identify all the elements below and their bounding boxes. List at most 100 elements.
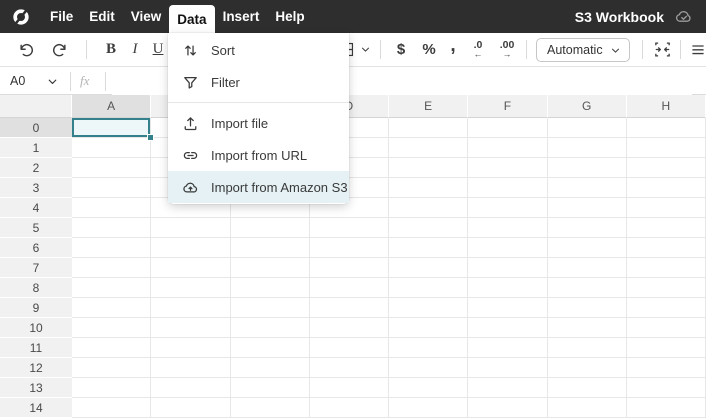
cell-d9[interactable] <box>310 298 389 318</box>
bold-button[interactable]: B <box>99 33 123 66</box>
cell-c5[interactable] <box>231 218 310 238</box>
percent-format-button[interactable]: % <box>418 33 440 66</box>
cell-d7[interactable] <box>310 258 389 278</box>
cell-a2[interactable] <box>72 158 151 178</box>
row-header-1[interactable]: 1 <box>0 138 72 158</box>
menu-item-import-from-url[interactable]: Import from URL <box>168 139 349 171</box>
autofit-icon[interactable] <box>650 33 674 66</box>
cell-g1[interactable] <box>548 138 627 158</box>
menu-view[interactable]: View <box>123 0 170 33</box>
row-header-13[interactable]: 13 <box>0 378 72 398</box>
underline-button[interactable]: U <box>146 33 170 66</box>
cell-f14[interactable] <box>468 398 547 418</box>
cell-c8[interactable] <box>231 278 310 298</box>
cell-c6[interactable] <box>231 238 310 258</box>
cell-e14[interactable] <box>389 398 468 418</box>
cell-b10[interactable] <box>151 318 230 338</box>
cell-c13[interactable] <box>231 378 310 398</box>
cell-f3[interactable] <box>468 178 547 198</box>
column-header-g[interactable]: G <box>548 95 627 118</box>
cell-e13[interactable] <box>389 378 468 398</box>
cell-a8[interactable] <box>72 278 151 298</box>
cell-f6[interactable] <box>468 238 547 258</box>
cell-f10[interactable] <box>468 318 547 338</box>
cell-b11[interactable] <box>151 338 230 358</box>
menu-item-import-from-amazon-s3[interactable]: Import from Amazon S3 <box>168 171 349 203</box>
cell-e1[interactable] <box>389 138 468 158</box>
column-header-f[interactable]: F <box>468 95 547 118</box>
row-header-2[interactable]: 2 <box>0 158 72 178</box>
cell-d13[interactable] <box>310 378 389 398</box>
cell-h13[interactable] <box>627 378 706 398</box>
menu-help[interactable]: Help <box>267 0 312 33</box>
number-format-select[interactable]: Automatic <box>536 38 630 62</box>
menu-item-import-file[interactable]: Import file <box>168 107 349 139</box>
cell-g4[interactable] <box>548 198 627 218</box>
cell-c9[interactable] <box>231 298 310 318</box>
cell-g6[interactable] <box>548 238 627 258</box>
decimal-decrease-button[interactable]: .0 ← <box>466 33 490 66</box>
menu-item-sort[interactable]: Sort <box>168 34 349 66</box>
cell-d14[interactable] <box>310 398 389 418</box>
cell-a9[interactable] <box>72 298 151 318</box>
comma-format-button[interactable]: , <box>444 33 462 66</box>
cell-g14[interactable] <box>548 398 627 418</box>
cell-f8[interactable] <box>468 278 547 298</box>
cell-a6[interactable] <box>72 238 151 258</box>
menu-insert[interactable]: Insert <box>215 0 268 33</box>
cell-b8[interactable] <box>151 278 230 298</box>
cell-h8[interactable] <box>627 278 706 298</box>
cell-g10[interactable] <box>548 318 627 338</box>
row-header-3[interactable]: 3 <box>0 178 72 198</box>
cell-d5[interactable] <box>310 218 389 238</box>
italic-button[interactable]: I <box>123 33 147 66</box>
text-align-icon[interactable] <box>688 33 706 66</box>
cell-b7[interactable] <box>151 258 230 278</box>
row-header-14[interactable]: 14 <box>0 398 72 418</box>
cell-a4[interactable] <box>72 198 151 218</box>
cell-h1[interactable] <box>627 138 706 158</box>
cell-g12[interactable] <box>548 358 627 378</box>
cell-f1[interactable] <box>468 138 547 158</box>
cell-a12[interactable] <box>72 358 151 378</box>
row-header-6[interactable]: 6 <box>0 238 72 258</box>
cell-e9[interactable] <box>389 298 468 318</box>
cell-a1[interactable] <box>72 138 151 158</box>
row-header-8[interactable]: 8 <box>0 278 72 298</box>
cell-c7[interactable] <box>231 258 310 278</box>
cell-f13[interactable] <box>468 378 547 398</box>
row-header-7[interactable]: 7 <box>0 258 72 278</box>
cell-f11[interactable] <box>468 338 547 358</box>
cell-d8[interactable] <box>310 278 389 298</box>
cell-c14[interactable] <box>231 398 310 418</box>
decimal-increase-button[interactable]: .00 → <box>494 33 520 66</box>
cell-g2[interactable] <box>548 158 627 178</box>
cell-d12[interactable] <box>310 358 389 378</box>
cell-g5[interactable] <box>548 218 627 238</box>
row-header-0[interactable]: 0 <box>0 118 72 138</box>
cell-g7[interactable] <box>548 258 627 278</box>
cell-a10[interactable] <box>72 318 151 338</box>
cell-e2[interactable] <box>389 158 468 178</box>
cell-g8[interactable] <box>548 278 627 298</box>
undo-icon[interactable] <box>14 33 38 66</box>
cell-g3[interactable] <box>548 178 627 198</box>
cell-a7[interactable] <box>72 258 151 278</box>
cell-d11[interactable] <box>310 338 389 358</box>
cell-c10[interactable] <box>231 318 310 338</box>
cell-a3[interactable] <box>72 178 151 198</box>
cell-a5[interactable] <box>72 218 151 238</box>
row-header-12[interactable]: 12 <box>0 358 72 378</box>
menu-edit[interactable]: Edit <box>81 0 123 33</box>
row-header-11[interactable]: 11 <box>0 338 72 358</box>
cell-h7[interactable] <box>627 258 706 278</box>
column-header-e[interactable]: E <box>389 95 468 118</box>
cell-e10[interactable] <box>389 318 468 338</box>
cell-h2[interactable] <box>627 158 706 178</box>
row-header-10[interactable]: 10 <box>0 318 72 338</box>
cell-e12[interactable] <box>389 358 468 378</box>
cell-h0[interactable] <box>627 118 706 138</box>
grid-corner[interactable] <box>0 95 72 118</box>
column-header-h[interactable]: H <box>627 95 706 118</box>
cell-e0[interactable] <box>389 118 468 138</box>
